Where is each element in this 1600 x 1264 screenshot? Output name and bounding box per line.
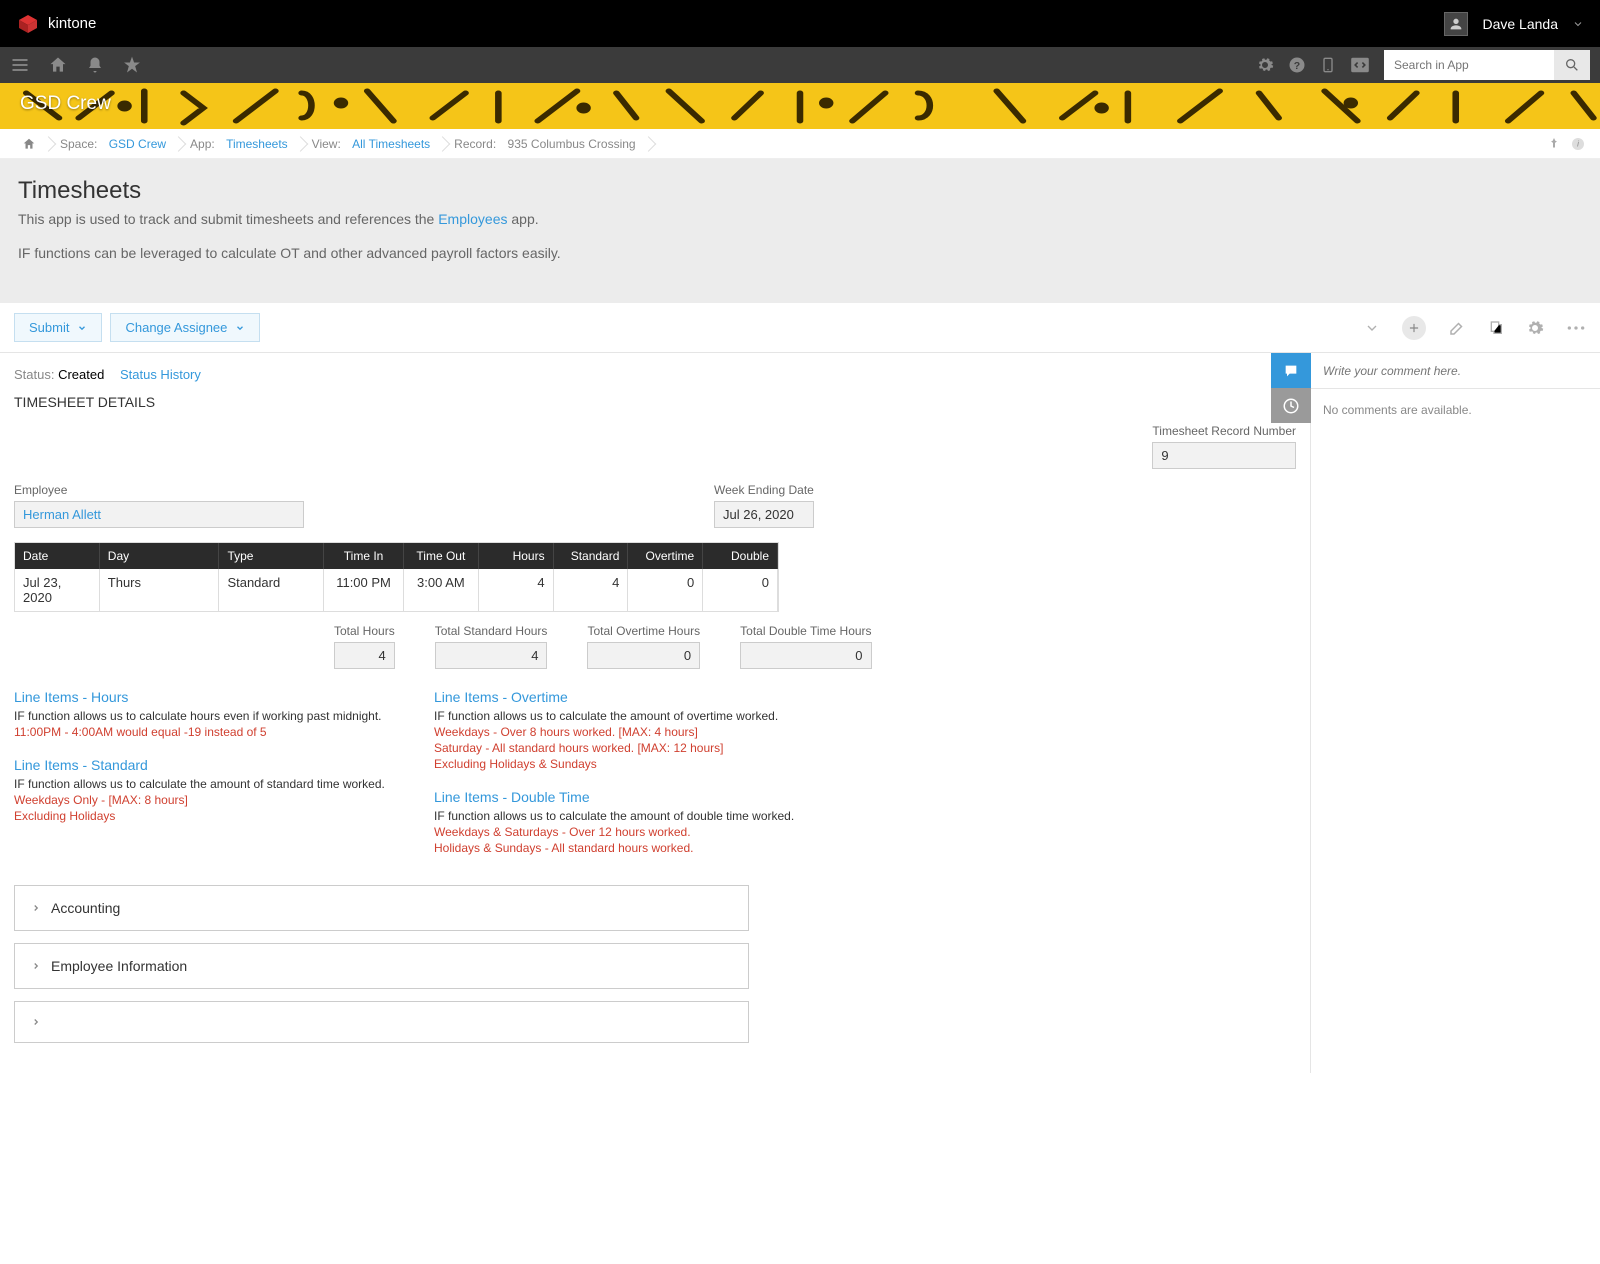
search-box bbox=[1384, 50, 1590, 80]
user-name: Dave Landa bbox=[1482, 16, 1558, 32]
brand-name: kintone bbox=[48, 15, 96, 32]
mobile-icon[interactable] bbox=[1320, 56, 1336, 74]
employee-link[interactable]: Herman Allett bbox=[23, 507, 101, 522]
banner-title: GSD Crew bbox=[20, 93, 111, 115]
copy-button[interactable] bbox=[1488, 319, 1504, 337]
svg-text:i: i bbox=[1577, 139, 1579, 148]
person-icon bbox=[1448, 16, 1464, 32]
menu-icon[interactable] bbox=[10, 55, 30, 75]
week-ending-value: Jul 26, 2020 bbox=[714, 501, 814, 528]
table-header: Date Day Type Time In Time Out Hours Sta… bbox=[15, 543, 778, 569]
code-icon[interactable] bbox=[1350, 57, 1370, 73]
search-input[interactable] bbox=[1384, 50, 1554, 80]
total-standard-field: Total Standard Hours4 bbox=[435, 624, 548, 669]
app-description: This app is used to track and submit tim… bbox=[18, 211, 1582, 227]
pencil-icon bbox=[1448, 319, 1466, 337]
employees-link[interactable]: Employees bbox=[438, 211, 507, 227]
comment-icon bbox=[1282, 363, 1300, 379]
week-ending-field: Week Ending Date Jul 26, 2020 bbox=[714, 483, 814, 528]
app-header: Timesheets This app is used to track and… bbox=[0, 159, 1600, 303]
info-icon[interactable]: i bbox=[1570, 136, 1586, 152]
edit-button[interactable] bbox=[1448, 319, 1466, 337]
svg-text:?: ? bbox=[1294, 60, 1300, 72]
record-number-value: 9 bbox=[1152, 442, 1296, 469]
expand-icon[interactable] bbox=[1364, 320, 1380, 336]
app-title: Timesheets bbox=[18, 177, 1582, 205]
total-hours-field: Total Hours4 bbox=[334, 624, 395, 669]
total-overtime-field: Total Overtime Hours0 bbox=[587, 624, 700, 669]
brand-logo[interactable]: kintone bbox=[16, 12, 96, 36]
add-button[interactable] bbox=[1402, 316, 1426, 340]
app-description-2: IF functions can be leveraged to calcula… bbox=[18, 245, 1582, 261]
comments-tab[interactable] bbox=[1271, 353, 1311, 388]
bell-icon[interactable] bbox=[86, 56, 104, 74]
accounting-group[interactable]: Accounting bbox=[14, 885, 749, 931]
status-value: Created bbox=[58, 367, 104, 382]
settings-button[interactable] bbox=[1526, 319, 1544, 337]
total-double-field: Total Double Time Hours0 bbox=[740, 624, 871, 669]
user-avatar[interactable] bbox=[1444, 12, 1468, 36]
pin-icon[interactable] bbox=[1548, 136, 1560, 152]
record-number-field: Timesheet Record Number 9 bbox=[1152, 424, 1296, 469]
status-history-link[interactable]: Status History bbox=[120, 367, 201, 382]
history-icon bbox=[1282, 397, 1300, 415]
home-icon[interactable] bbox=[48, 55, 68, 75]
app-banner: GSD Crew bbox=[0, 83, 1600, 129]
breadcrumb: Space: GSD Crew App: Timesheets View: Al… bbox=[0, 129, 1600, 159]
comment-input[interactable] bbox=[1323, 364, 1588, 378]
table-row: Jul 23, 2020 Thurs Standard 11:00 PM 3:0… bbox=[15, 569, 778, 611]
chevron-right-icon bbox=[31, 902, 41, 914]
breadcrumb-view[interactable]: View: All Timesheets bbox=[300, 129, 443, 158]
top-bar: kintone Dave Landa bbox=[0, 0, 1600, 47]
history-tab[interactable] bbox=[1271, 388, 1311, 423]
chevron-down-icon bbox=[77, 323, 87, 333]
section-title: TIMESHEET DETAILS bbox=[14, 394, 1296, 410]
no-comments-message: No comments are available. bbox=[1311, 389, 1600, 431]
employee-info-group[interactable]: Employee Information bbox=[14, 943, 749, 989]
line-items-table: Date Day Type Time In Time Out Hours Sta… bbox=[14, 542, 779, 612]
note-standard: Line Items - Standard IF function allows… bbox=[14, 757, 394, 823]
breadcrumb-space[interactable]: Space: GSD Crew bbox=[48, 129, 178, 158]
main-toolbar: ? bbox=[0, 47, 1600, 83]
note-overtime: Line Items - Overtime IF function allows… bbox=[434, 689, 814, 771]
chevron-down-icon[interactable] bbox=[1572, 18, 1584, 30]
comments-panel: No comments are available. bbox=[1310, 353, 1600, 1073]
breadcrumb-home[interactable] bbox=[10, 129, 48, 158]
breadcrumb-app[interactable]: App: Timesheets bbox=[178, 129, 300, 158]
copy-icon bbox=[1488, 319, 1504, 337]
record-body: Status: Created Status History TIMESHEET… bbox=[0, 353, 1310, 1073]
search-icon bbox=[1564, 57, 1580, 73]
unnamed-group[interactable] bbox=[14, 1001, 749, 1043]
chevron-down-icon bbox=[235, 323, 245, 333]
kintone-logo-icon bbox=[16, 12, 40, 36]
totals-row: Total Hours4 Total Standard Hours4 Total… bbox=[334, 624, 1296, 669]
ellipsis-icon bbox=[1566, 325, 1586, 331]
search-button[interactable] bbox=[1554, 50, 1590, 80]
breadcrumb-record: Record: 935 Columbus Crossing bbox=[442, 129, 647, 158]
star-icon[interactable] bbox=[122, 55, 142, 75]
change-assignee-button[interactable]: Change Assignee bbox=[110, 313, 260, 342]
note-hours: Line Items - Hours IF function allows us… bbox=[14, 689, 394, 739]
submit-button[interactable]: Submit bbox=[14, 313, 102, 342]
chevron-right-icon bbox=[31, 960, 41, 972]
status-row: Status: Created Status History bbox=[14, 367, 1296, 382]
comment-input-wrap bbox=[1311, 353, 1600, 389]
employee-field: Employee Herman Allett bbox=[14, 483, 304, 528]
gear-icon[interactable] bbox=[1256, 56, 1274, 74]
note-double: Line Items - Double Time IF function all… bbox=[434, 789, 814, 855]
actions-bar: Submit Change Assignee bbox=[0, 303, 1600, 353]
gear-icon bbox=[1526, 319, 1544, 337]
plus-icon bbox=[1407, 321, 1421, 335]
home-icon bbox=[22, 137, 36, 151]
chevron-right-icon bbox=[31, 1016, 41, 1028]
more-button[interactable] bbox=[1566, 325, 1586, 331]
notes-section: Line Items - Hours IF function allows us… bbox=[14, 689, 1296, 873]
help-icon[interactable]: ? bbox=[1288, 56, 1306, 74]
